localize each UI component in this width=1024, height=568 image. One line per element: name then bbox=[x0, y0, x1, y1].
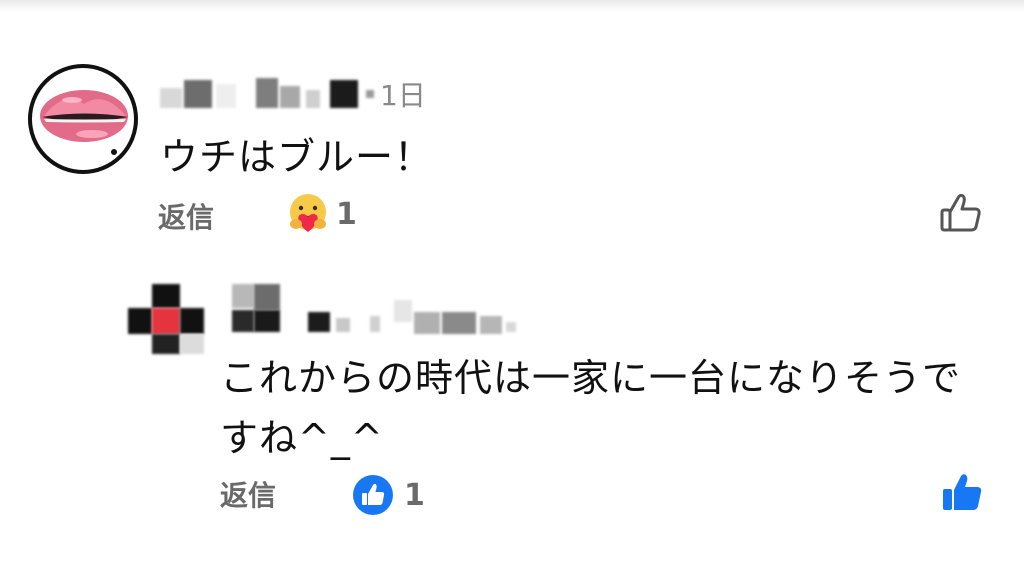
like-button[interactable] bbox=[938, 190, 984, 236]
like-badge-icon bbox=[353, 475, 393, 515]
thumbs-up-filled-icon bbox=[943, 474, 982, 510]
avatar[interactable] bbox=[28, 64, 138, 174]
reaction-count: 1 bbox=[404, 477, 425, 513]
reply-button[interactable]: 返信 bbox=[158, 196, 214, 236]
comment-timestamp: 1日 bbox=[380, 79, 426, 112]
care-hug-emoji-icon bbox=[290, 194, 326, 232]
reaction-count: 1 bbox=[336, 196, 357, 232]
author-name-pixelated[interactable] bbox=[228, 282, 528, 336]
reply-button[interactable]: 返信 bbox=[220, 474, 276, 514]
thumbs-up-outline-icon bbox=[940, 193, 981, 232]
comment-text: これからの時代は一家に一台になりそうですね^_^ bbox=[220, 356, 962, 460]
avatar[interactable] bbox=[128, 284, 212, 368]
like-button[interactable] bbox=[940, 470, 984, 514]
top-edge-shadow bbox=[0, 0, 1024, 12]
reaction-summary[interactable]: 1 bbox=[352, 472, 425, 518]
comment-text: ウチはブルー！ bbox=[160, 135, 434, 179]
lips-icon bbox=[40, 90, 128, 155]
reaction-summary[interactable]: 1 bbox=[286, 192, 357, 236]
